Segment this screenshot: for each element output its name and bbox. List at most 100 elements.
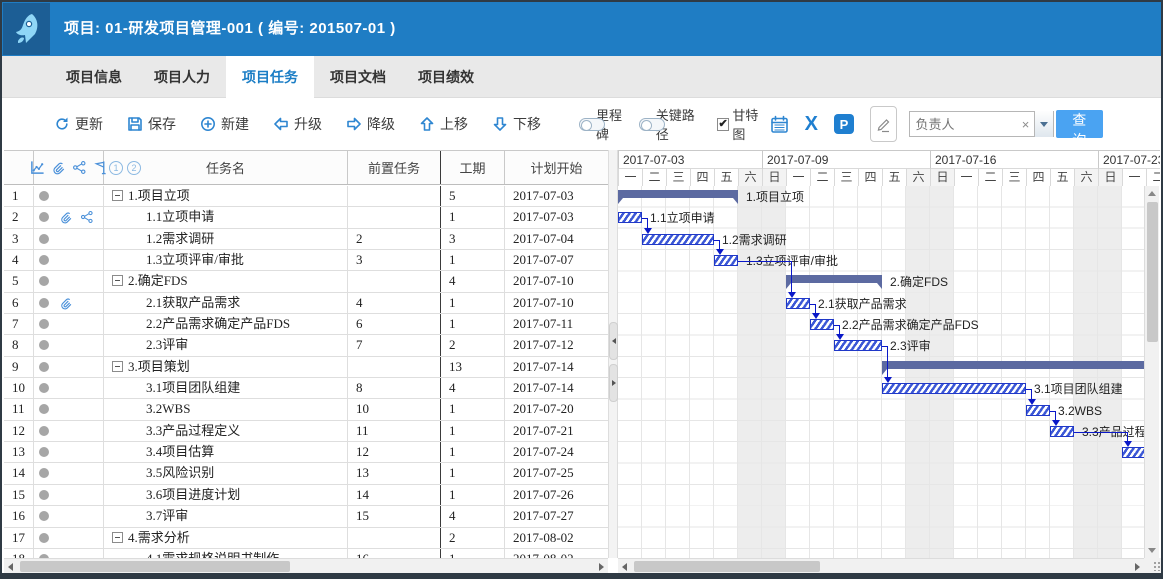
plan-start-cell: 2017-07-03: [505, 207, 608, 227]
collapse-toggle-icon[interactable]: [112, 361, 123, 372]
demote-button[interactable]: 降级: [346, 114, 395, 134]
attachment-icon[interactable]: [59, 296, 73, 310]
table-row[interactable]: 11.项目立项52017-07-03: [4, 186, 608, 207]
table-row[interactable]: 113.2WBS1012017-07-20: [4, 399, 608, 420]
col-taskname-header[interactable]: 1 2 任务名: [104, 151, 348, 184]
tab-project-info[interactable]: 项目信息: [50, 56, 138, 98]
scrollbar-thumb[interactable]: [20, 561, 290, 572]
scroll-right-icon[interactable]: [1135, 563, 1140, 571]
table-row[interactable]: 93.项目策划132017-07-14: [4, 357, 608, 378]
collapse-toggle-icon[interactable]: [112, 190, 123, 201]
table-row[interactable]: 123.3产品过程定义1112017-07-21: [4, 421, 608, 442]
panel-splitter[interactable]: [608, 150, 618, 558]
tab-project-tasks[interactable]: 项目任务: [226, 56, 314, 98]
collapse-right-handle[interactable]: [609, 364, 618, 402]
table-row[interactable]: 41.3立项评审/审批312017-07-07: [4, 250, 608, 271]
gantt-checkbox[interactable]: ✔ 甘特图: [717, 105, 770, 143]
share-icon[interactable]: [72, 160, 87, 175]
task-name: 3.2WBS: [146, 401, 190, 416]
move-down-button[interactable]: 下移: [492, 114, 541, 134]
scroll-left-icon[interactable]: [622, 563, 627, 571]
table-row[interactable]: 153.6项目进度计划1412017-07-26: [4, 485, 608, 506]
critical-path-toggle[interactable]: 关键路径: [639, 105, 705, 143]
table-row[interactable]: 103.1项目团队组建842017-07-14: [4, 378, 608, 399]
tab-project-hr[interactable]: 项目人力: [138, 56, 226, 98]
table-row[interactable]: 174.需求分析22017-08-02: [4, 528, 608, 549]
row-number: 16: [4, 506, 34, 526]
clear-filter-icon[interactable]: ×: [1018, 117, 1034, 132]
predecessor-cell: 2: [348, 229, 441, 249]
move-up-button[interactable]: 上移: [419, 114, 468, 134]
scroll-up-icon[interactable]: [1148, 191, 1156, 196]
save-button[interactable]: 保存: [127, 114, 176, 134]
gantt-bar-label: 1.项目立项: [746, 190, 804, 204]
project-export-button[interactable]: P: [834, 114, 854, 134]
edit-filter-button[interactable]: [870, 106, 897, 142]
scroll-left-icon[interactable]: [8, 563, 13, 571]
owner-filter-input[interactable]: [910, 113, 1018, 135]
table-row[interactable]: 21.1立项申请12017-07-03: [4, 207, 608, 228]
excel-export-button[interactable]: X: [805, 113, 818, 136]
duration-cell: 2: [441, 335, 505, 355]
share-icon[interactable]: [80, 210, 94, 224]
gantt-bar-task[interactable]: [810, 319, 834, 330]
gantt-bar-task[interactable]: [618, 212, 642, 223]
gantt-bar-summary[interactable]: [882, 361, 1144, 369]
gantt-vscrollbar[interactable]: [1144, 186, 1159, 558]
col-duration-header[interactable]: 工期: [441, 151, 505, 184]
gantt-bar-task[interactable]: [714, 255, 738, 266]
table-row[interactable]: 52.确定FDS42017-07-10: [4, 271, 608, 292]
col-predecessor-header[interactable]: 前置任务: [348, 151, 441, 184]
table-row[interactable]: 31.2需求调研232017-07-04: [4, 229, 608, 250]
table-row[interactable]: 82.3评审722017-07-12: [4, 335, 608, 356]
gantt-bar-task[interactable]: [834, 340, 882, 351]
col-planstart-header[interactable]: 计划开始: [505, 151, 608, 184]
gantt-bar-task[interactable]: [642, 234, 714, 245]
gantt-bar-task[interactable]: [1122, 447, 1144, 458]
owner-dropdown-button[interactable]: [1034, 111, 1053, 137]
scrollbar-thumb[interactable]: [634, 561, 820, 572]
table-row[interactable]: 184.1需求规格说明书制作1612017-08-02: [4, 549, 608, 558]
table-row[interactable]: 133.4项目估算1212017-07-24: [4, 442, 608, 463]
table-row[interactable]: 62.1获取产品需求412017-07-10: [4, 293, 608, 314]
chart-icon[interactable]: [30, 160, 45, 175]
gantt-day-label: 三: [1002, 169, 1026, 186]
gantt-bar-label: 2.确定FDS: [890, 275, 948, 289]
promote-button[interactable]: 升级: [273, 114, 322, 134]
gantt-bar-task[interactable]: [786, 298, 810, 309]
gantt-hscrollbar[interactable]: [618, 558, 1144, 573]
gantt-bar-task[interactable]: [1050, 426, 1074, 437]
scroll-right-icon[interactable]: [599, 563, 604, 571]
collapse-toggle-icon[interactable]: [112, 532, 123, 543]
tab-project-performance[interactable]: 项目绩效: [402, 56, 490, 98]
task-name-cell: 3.1项目团队组建: [104, 378, 348, 398]
scrollbar-thumb[interactable]: [1147, 202, 1158, 342]
scroll-down-icon[interactable]: [1148, 548, 1156, 553]
table-hscrollbar[interactable]: [4, 558, 608, 573]
refresh-button[interactable]: 更新: [54, 114, 103, 134]
milestone-toggle[interactable]: 里程碑: [579, 105, 633, 143]
table-row[interactable]: 163.7评审1542017-07-27: [4, 506, 608, 527]
tab-project-docs[interactable]: 项目文档: [314, 56, 402, 98]
new-button[interactable]: 新建: [200, 114, 249, 134]
task-name: 3.项目策划: [128, 359, 190, 374]
task-name-cell: 1.1立项申请: [104, 207, 348, 227]
calendar-button[interactable]: [770, 115, 789, 134]
resize-corner[interactable]: [1144, 558, 1163, 573]
collapse-toggle-icon[interactable]: [112, 275, 123, 286]
gantt-bar-task[interactable]: [1026, 405, 1050, 416]
gantt-bar-summary[interactable]: [786, 275, 882, 283]
predecessor-cell: [348, 357, 441, 377]
gantt-bar-summary[interactable]: [618, 190, 738, 198]
table-row[interactable]: 143.5风险识别1312017-07-25: [4, 463, 608, 484]
table-row[interactable]: 72.2产品需求确定产品FDS612017-07-11: [4, 314, 608, 335]
collapse-left-handle[interactable]: [609, 322, 618, 360]
predecessor-cell: [348, 207, 441, 227]
attachment-icon[interactable]: [59, 210, 73, 224]
task-name-cell: 1.项目立项: [104, 186, 348, 206]
excel-icon: X: [805, 113, 818, 136]
attachment-icon[interactable]: [51, 160, 66, 175]
gantt-bar-task[interactable]: [882, 383, 1026, 394]
query-button[interactable]: 查询: [1056, 110, 1103, 138]
gantt-day-label: 一: [618, 169, 642, 186]
